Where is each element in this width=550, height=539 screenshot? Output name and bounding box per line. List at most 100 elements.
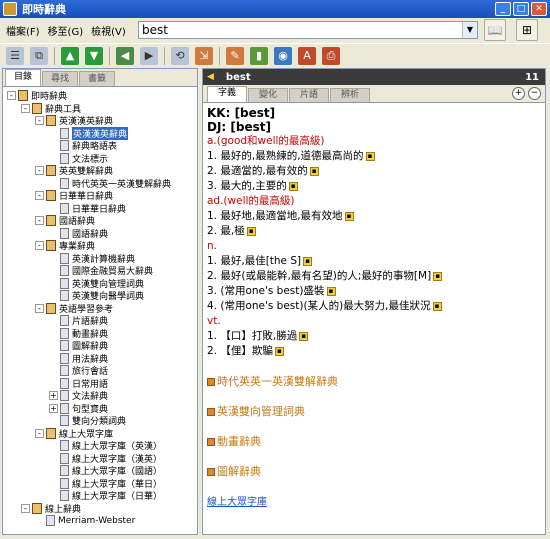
tree-item[interactable]: 線上大眾字庫（華日） — [49, 477, 162, 490]
search-dropdown-icon[interactable]: ▼ — [462, 22, 477, 38]
menu-file[interactable]: 檔案(F) — [6, 23, 40, 38]
example-icon[interactable]: ▪ — [433, 272, 443, 281]
tree-item[interactable]: - 線上辭典 — [21, 502, 81, 515]
tree-item[interactable]: 日常用語 — [49, 377, 108, 390]
example-icon[interactable]: ▪ — [432, 302, 442, 311]
expand-icon[interactable]: + — [49, 391, 58, 400]
tree-item[interactable]: 線上大眾字庫（日華） — [49, 489, 162, 502]
collapse-icon[interactable]: - — [35, 428, 44, 438]
tree-item[interactable]: + 句型寶典 — [49, 402, 108, 415]
tree-item[interactable]: 英漢計算機辭典 — [49, 252, 135, 265]
tree-item-label: 辭典工具 — [45, 104, 82, 115]
go-back-icon[interactable]: ◀ — [116, 46, 134, 65]
example-icon[interactable]: ▪ — [344, 212, 354, 221]
tab-contents[interactable]: 目錄 — [5, 69, 42, 86]
globe-icon[interactable]: ◉ — [274, 46, 292, 65]
tree-item[interactable]: 雙向分類詞典 — [49, 414, 126, 427]
maximize-button[interactable]: □ — [513, 2, 529, 16]
layout-button[interactable]: ⊞ — [516, 19, 538, 41]
tree-item[interactable]: - 英語學習參考 — [35, 302, 113, 315]
search-input[interactable] — [142, 23, 457, 37]
tree-item[interactable]: 線上大眾字庫（國語） — [49, 464, 162, 477]
tree-item[interactable]: - 即時辭典 — [7, 89, 67, 102]
tree-item[interactable]: 線上大眾字庫（英漢） — [49, 439, 162, 452]
tree-item[interactable]: - 日華華日辭典 — [35, 189, 113, 202]
tree-item[interactable]: 片語辭典 — [49, 314, 108, 327]
tree-item-label: 文法辭典 — [72, 392, 109, 402]
collapse-icon[interactable]: - — [7, 91, 16, 100]
example-icon[interactable]: ▪ — [299, 332, 309, 341]
collapse-icon[interactable]: - — [35, 166, 44, 175]
example-icon[interactable]: ▪ — [274, 347, 284, 356]
page-icon — [60, 277, 69, 289]
collapse-icon[interactable]: - — [21, 103, 30, 113]
tree-item[interactable]: - 英英雙解辭典 — [35, 164, 113, 177]
up-arrow-icon[interactable]: ▲ — [61, 46, 79, 65]
tree-item[interactable]: - 專業辭典 — [35, 239, 95, 252]
example-icon[interactable]: ▪ — [326, 287, 336, 296]
export-icon[interactable]: ⇲ — [195, 46, 213, 65]
reference-link[interactable]: 時代英英一英漢雙解辭典 — [207, 375, 541, 389]
tree-item[interactable]: 動畫辭典 — [49, 327, 108, 340]
online-dictionary-link[interactable]: 線上大眾字庫 — [207, 493, 541, 508]
copy-icon[interactable]: ⧉ — [30, 46, 48, 65]
example-icon[interactable]: ▪ — [309, 167, 319, 176]
collapse-icon[interactable]: - — [21, 503, 30, 513]
tree-item[interactable]: 國語辭典 — [49, 227, 108, 240]
tree-item[interactable]: 文法標示 — [49, 152, 108, 165]
collapse-icon[interactable]: - — [35, 191, 44, 200]
tree-item[interactable]: 辭典略語表 — [49, 139, 117, 152]
menu-view[interactable]: 檢視(V) — [91, 23, 126, 38]
tree-item[interactable]: + 文法辭典 — [49, 389, 108, 402]
example-icon[interactable]: ▪ — [365, 152, 375, 161]
tree-item[interactable]: 用法辭典 — [49, 352, 108, 365]
expand-icon[interactable]: + — [49, 403, 58, 413]
tab-phrases[interactable]: 片語 — [289, 88, 330, 102]
tree-item[interactable]: 日華華日辭典 — [49, 202, 126, 215]
list-icon[interactable]: ☰ — [6, 46, 24, 65]
down-arrow-icon[interactable]: ▼ — [85, 46, 103, 65]
edit-icon[interactable]: ✎ — [226, 46, 244, 65]
example-icon[interactable]: ▪ — [303, 257, 313, 266]
tree-item[interactable]: 英漢雙向管理詞典 — [49, 277, 144, 290]
definition-line: 1. 最好的,最熟練的,道德最高尚的 ▪ — [207, 149, 541, 164]
example-icon[interactable]: ▪ — [288, 182, 298, 191]
tab-search[interactable]: 尋找 — [42, 71, 79, 86]
collapse-icon[interactable]: - — [35, 116, 44, 125]
history-icon[interactable]: ⟲ — [171, 46, 189, 65]
zoom-out-icon[interactable]: − — [528, 87, 541, 100]
tree-item[interactable]: - 國語辭典 — [35, 214, 95, 227]
tab-bookmarks[interactable]: 書籤 — [79, 71, 116, 86]
tree-item[interactable]: - 線上大眾字庫 — [35, 427, 113, 440]
print-icon[interactable]: ⎙ — [322, 46, 340, 65]
tree-item[interactable]: 線上大眾字庫（漢英） — [49, 452, 162, 465]
tree-item[interactable]: 英漢雙向醫學詞典 — [49, 289, 144, 302]
tree-item[interactable]: Merriam-Webster — [35, 514, 135, 527]
example-icon[interactable]: ▪ — [246, 227, 256, 236]
zoom-in-icon[interactable]: + — [512, 87, 525, 100]
tree-item[interactable]: 英漢漢英辭典 — [49, 126, 129, 140]
lookup-button[interactable]: 📖 — [484, 19, 506, 41]
tab-analysis[interactable]: 辨析 — [330, 88, 371, 102]
font-icon[interactable]: A — [298, 46, 316, 65]
reference-link[interactable]: 動畫辭典 — [207, 435, 541, 449]
tab-meaning[interactable]: 字義 — [207, 86, 248, 102]
search-field[interactable]: ▼ — [138, 21, 478, 39]
tab-inflection[interactable]: 變化 — [248, 88, 289, 102]
tree-item[interactable]: 國際金融貿易大辭典 — [49, 264, 153, 277]
collapse-icon[interactable]: - — [35, 303, 44, 313]
reference-link[interactable]: 英漢雙向管理詞典 — [207, 405, 541, 419]
tree-item[interactable]: 圖解辭典 — [49, 339, 108, 352]
close-button[interactable]: ✕ — [531, 2, 547, 16]
menu-goto[interactable]: 移至(G) — [48, 23, 84, 38]
reference-link[interactable]: 圖解辭典 — [207, 465, 541, 479]
tree-item[interactable]: - 辭典工具 — [21, 102, 81, 115]
collapse-icon[interactable]: - — [35, 216, 44, 225]
book-view-icon[interactable]: ▮ — [250, 46, 268, 65]
collapse-icon[interactable]: - — [35, 241, 44, 250]
go-forward-icon[interactable]: ▶ — [140, 46, 158, 65]
tree-item[interactable]: 時代英英一英漢雙解辭典 — [49, 177, 171, 190]
minimize-button[interactable]: _ — [495, 2, 511, 16]
tree-item[interactable]: 旅行會話 — [49, 364, 108, 377]
tree-item[interactable]: - 英漢漢英辭典 — [35, 114, 113, 127]
